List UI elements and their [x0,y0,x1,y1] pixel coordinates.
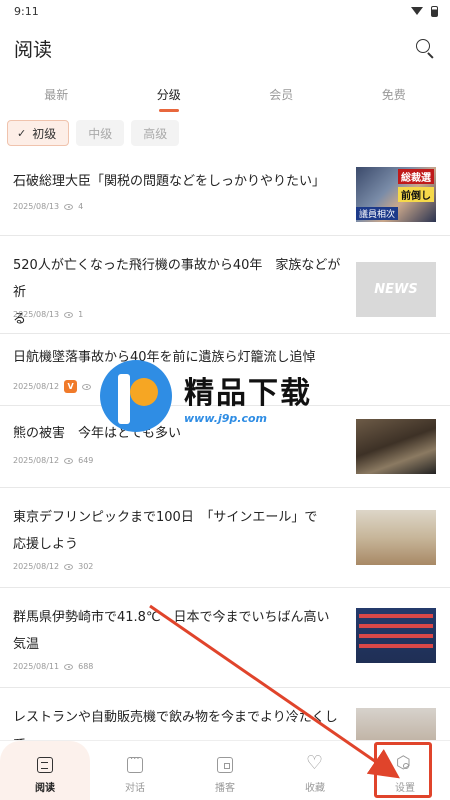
bottom-nav: 阅读 对话 播客 收藏 设置 [0,740,450,800]
nav-favorites[interactable]: 收藏 [270,741,360,800]
news-thumbnail [356,608,436,663]
news-item[interactable]: 群馬県伊勢崎市で41.8℃ 日本で今までいちばん高い 気温 2025/08/11… [0,588,450,688]
news-thumbnail: 総裁選 前倒し 議員相次 [356,167,436,222]
news-item[interactable]: 日航機墜落事故から40年を前に遺族ら灯籠流し追悼 2025/08/12 V [0,334,450,406]
news-meta: 2025/08/12 302 [13,562,93,571]
news-item[interactable]: 石破総理大臣「関税の問題などをしっかりやりたい」 2025/08/13 4 総裁… [0,160,450,236]
nav-podcast[interactable]: 播客 [180,741,270,800]
status-bar: 9:11 [0,0,450,22]
category-tabs: 最新 分级 会员 免费 [0,80,450,112]
news-thumbnail: NEWS [356,262,436,317]
news-item[interactable]: 520人が亡くなった飛行機の事故から40年 家族などが祈 る 2025/08/1… [0,236,450,334]
tab-graded[interactable]: 分级 [113,80,226,112]
news-meta: 2025/08/12 649 [13,456,93,465]
check-icon: ✓ [17,126,27,140]
news-thumbnail [356,510,436,565]
level-advanced[interactable]: 高级 [131,120,180,146]
news-date: 2025/08/11 [13,662,60,671]
news-thumbnail [356,419,436,474]
page-title: 阅读 [14,38,53,61]
news-date: 2025/08/12 [13,456,60,465]
news-date: 2025/08/12 [13,562,60,571]
news-meta: 2025/08/13 4 [13,202,83,211]
eye-icon [82,383,92,390]
news-item[interactable]: 東京デフリンピックまで100日 「サインエール」で 応援しよう 2025/08/… [0,488,450,588]
chat-icon [127,754,143,773]
nav-chat[interactable]: 对话 [90,741,180,800]
news-item[interactable]: 熊の被害 今年はとても多い 2025/08/12 649 [0,406,450,488]
news-item[interactable]: レストランや自動販売機で飲み物を今までより冷たくして いる [0,688,450,779]
news-date: 2025/08/13 [13,310,60,319]
status-time: 9:11 [14,4,39,18]
news-title: 520人が亡くなった飛行機の事故から40年 家族などが祈 る [13,258,341,327]
tab-member[interactable]: 会员 [225,80,338,112]
tab-latest[interactable]: 最新 [0,80,113,112]
news-title: 熊の被害 今年はとても多い [13,426,181,441]
nav-read[interactable]: 阅读 [0,741,90,800]
podcast-icon [217,757,233,773]
news-views: 688 [78,662,94,671]
eye-icon [64,203,74,210]
news-views: 1 [78,310,84,319]
vip-badge: V [64,380,78,393]
news-meta: 2025/08/13 1 [13,310,83,319]
news-title: 東京デフリンピックまで100日 「サインエール」で 応援しよう [13,510,318,552]
news-meta: 2025/08/11 688 [13,662,93,671]
tab-free[interactable]: 免费 [338,80,450,112]
news-meta: 2025/08/12 V [13,380,92,393]
eye-icon [64,457,74,464]
news-views: 649 [78,456,94,465]
settings-icon [396,753,413,773]
news-views: 302 [78,562,94,571]
status-icons [411,5,438,17]
news-views: 4 [78,202,84,211]
nav-settings[interactable]: 设置 [360,741,450,800]
eye-icon [64,563,74,570]
search-icon[interactable] [414,37,436,59]
header: 阅读 [0,30,450,66]
heart-icon [306,752,323,774]
wifi-icon [411,7,423,15]
level-intermediate[interactable]: 中级 [76,120,125,146]
news-title: 群馬県伊勢崎市で41.8℃ 日本で今までいちばん高い 気温 [13,610,330,652]
news-title: 日航機墜落事故から40年を前に遺族ら灯籠流し追悼 [13,350,316,365]
news-date: 2025/08/12 [13,382,60,391]
document-icon [37,757,53,773]
battery-icon [431,5,438,17]
news-date: 2025/08/13 [13,202,60,211]
news-title: 石破総理大臣「関税の問題などをしっかりやりたい」 [13,174,326,189]
eye-icon [64,311,74,318]
eye-icon [64,663,74,670]
level-beginner[interactable]: ✓ 初级 [7,120,70,146]
level-filter: ✓ 初级 中级 高级 [7,120,180,146]
